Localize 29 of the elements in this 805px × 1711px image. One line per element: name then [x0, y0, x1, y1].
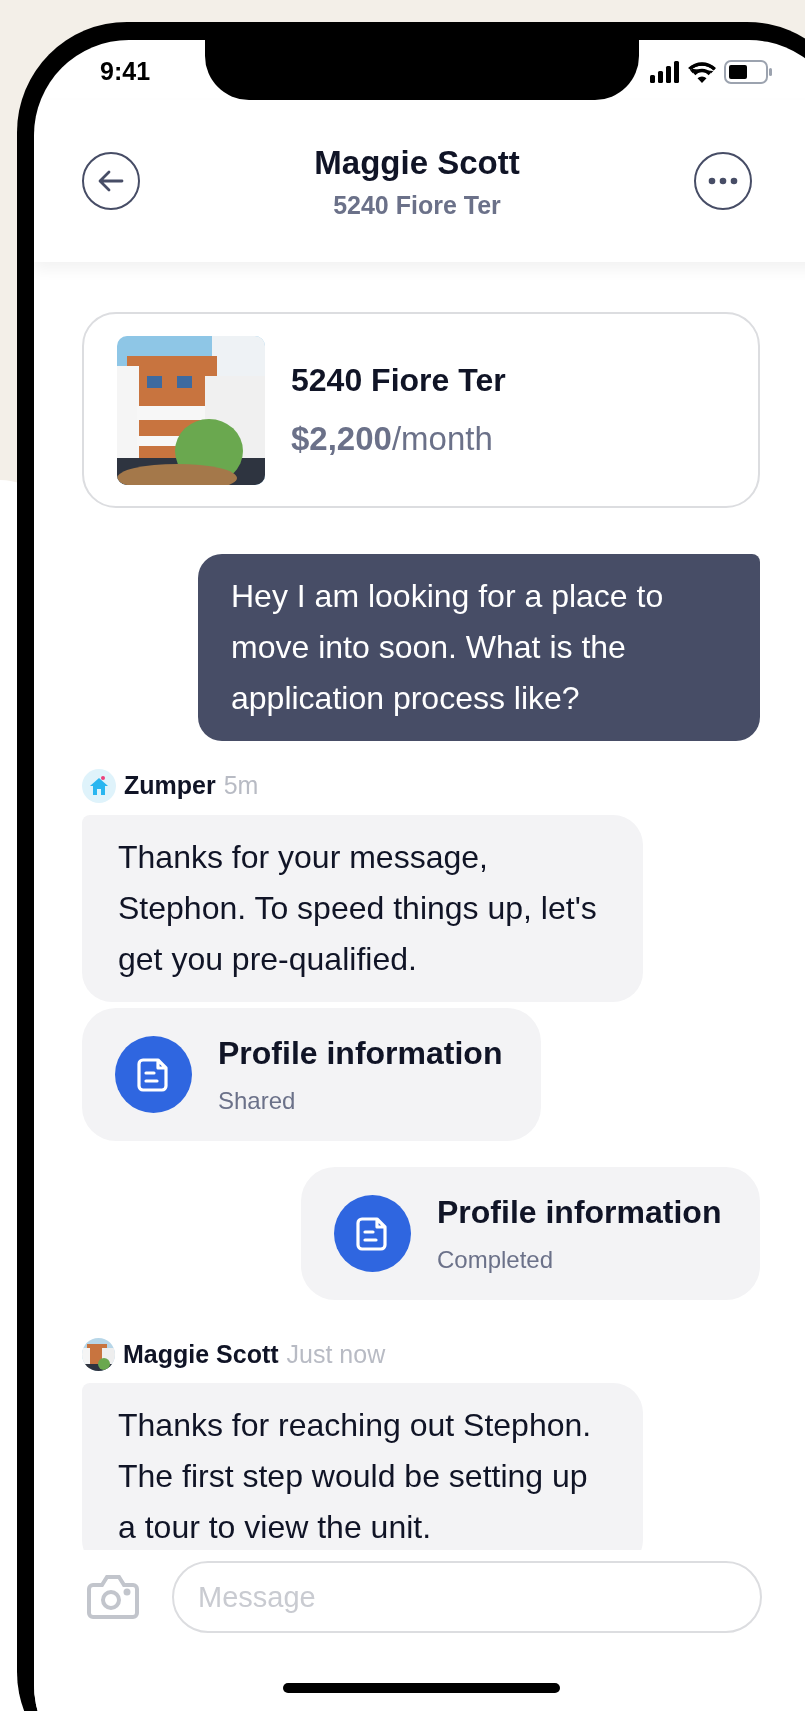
- attachment-card[interactable]: Profile information Shared: [82, 1007, 541, 1141]
- listing-address: 5240 Fiore Ter: [291, 361, 506, 401]
- message-bubble: Thanks for your message, Stephon. To speed things up, let's get you pre-qualified.: [82, 814, 643, 1002]
- battery-icon: [724, 60, 772, 84]
- status-time: 9:41: [100, 56, 151, 88]
- listing-card[interactable]: 5240 Fiore Ter $2,200/month: [82, 312, 760, 508]
- attachment-status: Completed: [437, 1245, 555, 1275]
- back-button[interactable]: [82, 152, 140, 210]
- chat-subtitle: 5240 Fiore Ter: [333, 190, 501, 221]
- more-icon: [708, 177, 738, 185]
- attachment-title: Profile information: [437, 1193, 722, 1232]
- message-time: Just now: [286, 1338, 386, 1370]
- signal-icon: [650, 61, 680, 83]
- message-bubble: Hey I am looking for a place to move into soon. What is the application process like?: [198, 554, 760, 741]
- chat-title: Maggie Scott: [314, 142, 520, 183]
- message-bubble: Thanks for reaching out Stephon. The first step would be setting up a tour to view the unit.: [82, 1383, 643, 1550]
- wifi-icon: [688, 61, 716, 83]
- attachment-status: Shared: [218, 1086, 297, 1116]
- more-button[interactable]: [694, 152, 752, 210]
- attachment-title: Profile information: [218, 1034, 503, 1073]
- sender-name: Zumper: [124, 770, 216, 801]
- sender-name: Maggie Scott: [123, 1338, 279, 1370]
- attachment-card[interactable]: Profile information Completed: [301, 1166, 760, 1300]
- listing-price: $2,200/month: [291, 419, 494, 460]
- house-logo-icon: [82, 768, 116, 803]
- document-icon: [115, 1035, 192, 1113]
- back-arrow-icon: [98, 170, 124, 192]
- message-time: 5m: [223, 770, 259, 801]
- document-icon: [334, 1194, 411, 1272]
